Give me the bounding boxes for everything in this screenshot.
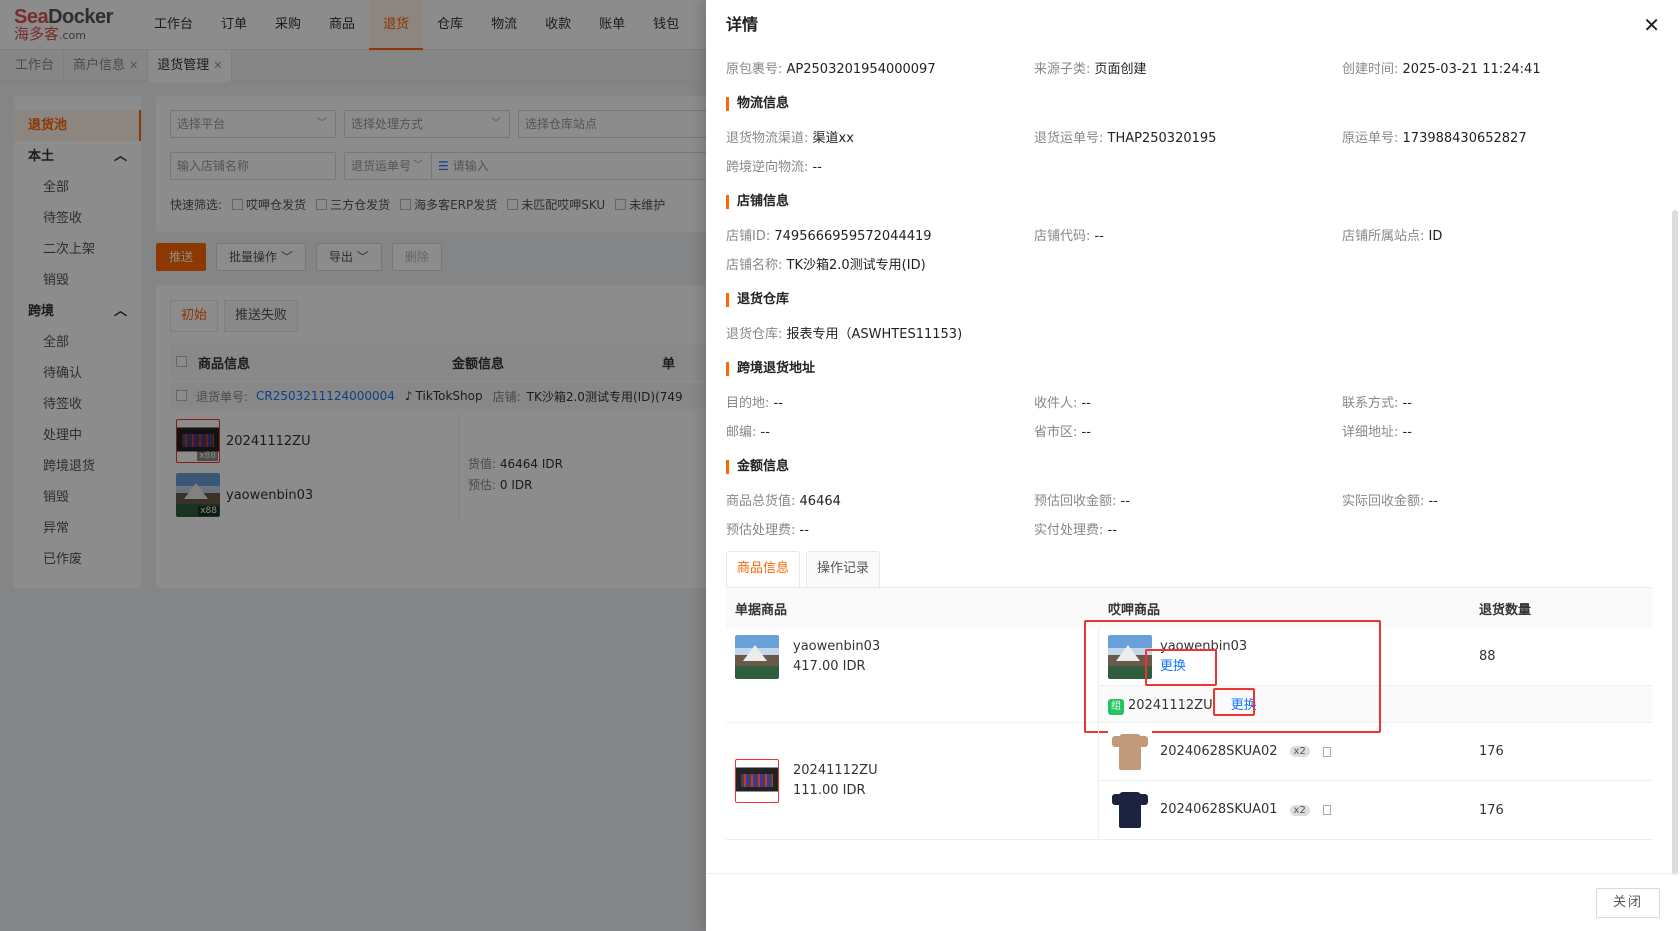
est-fee: -- xyxy=(799,523,809,538)
table-row: yaowenbin03 417.00 IDR yaowenbin03 更换 88… xyxy=(726,620,1652,733)
source-subtype: 页面创建 xyxy=(1094,62,1147,77)
table-row: 20241112ZU 111.00 IDR 20240628SKUA02 x2 … xyxy=(726,723,1652,840)
warehouse-row: 退货仓库: 报表专用（ASWHTES11153) xyxy=(726,327,963,342)
aiya-product-row: 20240628SKUA02 x2 176 xyxy=(1099,723,1652,781)
product-thumbnail[interactable] xyxy=(735,759,779,803)
section-store: 店铺信息 xyxy=(726,184,1652,220)
destination: -- xyxy=(773,396,783,411)
return-qty: 176 xyxy=(1479,744,1504,759)
recipient: -- xyxy=(1081,396,1091,411)
store-id: 7495666959572044419 xyxy=(774,229,932,244)
logistics-row-2: 跨境逆向物流: -- xyxy=(726,160,822,175)
section-amount: 金额信息 xyxy=(726,449,1652,485)
col-aiya-product: 哎呷商品 xyxy=(1108,602,1161,618)
amount-row: 商品总货值: 46464 预估回收金额: -- 实际回收金额: -- xyxy=(726,494,1438,509)
crossborder-reverse: -- xyxy=(812,160,822,175)
postcode: -- xyxy=(760,425,770,440)
col-return-qty: 退货数量 xyxy=(1479,602,1532,618)
copy-icon[interactable] xyxy=(1322,746,1331,757)
basic-info-row: 原包裹号: AP2503201954000097 来源子类: 页面创建 创建时间… xyxy=(726,62,1541,77)
section-crossborder-address: 跨境退货地址 xyxy=(726,351,1652,387)
drawer-footer: 关闭 xyxy=(706,873,1680,931)
copy-icon[interactable] xyxy=(1322,805,1331,815)
product-thumbnail[interactable] xyxy=(1108,788,1152,832)
aiya-product-group: 20240628SKUA02 x2 176 20240628SKUA01 x2 … xyxy=(1099,723,1652,839)
drawer-title: 详情 xyxy=(726,15,759,34)
paid-fee: -- xyxy=(1107,523,1117,538)
package-number: AP2503201954000097 xyxy=(786,62,936,77)
created-time: 2025-03-21 11:24:41 xyxy=(1402,62,1541,77)
close-button[interactable]: 关闭 xyxy=(1595,888,1660,918)
goods-table: 单据商品 哎呷商品 退货数量 yaowenbin03 417.00 IDR ya… xyxy=(726,588,1652,840)
drawer-body: 原包裹号: AP2503201954000097 来源子类: 页面创建 创建时间… xyxy=(726,50,1652,840)
store-row: 店铺ID: 7495666959572044419 店铺代码: -- 店铺所属站… xyxy=(726,229,1443,244)
tab-operation-log[interactable]: 操作记录 xyxy=(806,551,881,587)
doc-product-price: 111.00 IDR xyxy=(793,783,866,798)
highlight-box xyxy=(1145,649,1217,686)
amount-row-2: 预估处理费: -- 实付处理费: -- xyxy=(726,523,1117,538)
return-channel: 渠道xx xyxy=(812,131,854,146)
col-doc-product: 单据商品 xyxy=(735,602,788,618)
aiya-product-row: 20240628SKUA01 x2 176 xyxy=(1099,781,1652,839)
doc-product-cell: 20241112ZU 111.00 IDR xyxy=(726,723,1099,839)
multiplier-badge: x2 xyxy=(1289,746,1310,757)
modal-overlay[interactable] xyxy=(0,0,706,931)
original-waybill: 173988430652827 xyxy=(1402,131,1527,146)
product-thumbnail[interactable] xyxy=(1108,729,1152,774)
aiya-product-cell: 20240628SKUA02 x2 xyxy=(1099,729,1471,774)
highlight-box xyxy=(1213,688,1255,716)
aiya-product-name: 20240628SKUA01 xyxy=(1160,802,1278,817)
section-logistics: 物流信息 xyxy=(726,86,1652,122)
section-return-warehouse: 退货仓库 xyxy=(726,282,1652,318)
actual-recovery: -- xyxy=(1428,494,1438,509)
product-thumbnail[interactable] xyxy=(735,635,779,679)
detail-drawer: 详情 ✕ 原包裹号: AP2503201954000097 来源子类: 页面创建… xyxy=(706,0,1680,931)
detail-address: -- xyxy=(1402,425,1412,440)
multiplier-badge: x2 xyxy=(1289,804,1310,816)
doc-product-cell: yaowenbin03 417.00 IDR xyxy=(726,628,1099,722)
highlight-box xyxy=(1084,620,1381,733)
address-row: 目的地: -- 收件人: -- 联系方式: -- xyxy=(726,396,1412,411)
total-goods-value: 46464 xyxy=(799,494,841,509)
store-name: TK沙箱2.0测试专用(ID) xyxy=(786,258,926,273)
address-row-2: 邮编: -- 省市区: -- 详细地址: -- xyxy=(726,425,1412,440)
store-code: -- xyxy=(1094,229,1104,244)
doc-product-name: yaowenbin03 xyxy=(793,639,881,654)
inner-tabs: 商品信息 操作记录 xyxy=(726,551,1652,588)
contact: -- xyxy=(1402,396,1412,411)
est-recovery: -- xyxy=(1120,494,1130,509)
tab-product-info[interactable]: 商品信息 xyxy=(726,551,801,587)
store-site: ID xyxy=(1428,229,1443,244)
store-row-2: 店铺名称: TK沙箱2.0测试专用(ID) xyxy=(726,258,926,273)
return-warehouse: 报表专用（ASWHTES11153) xyxy=(786,327,963,342)
province-city: -- xyxy=(1081,425,1091,440)
logistics-row: 退货物流渠道: 渠道xx 退货运单号: THAP250320195 原运单号: … xyxy=(726,131,1527,146)
doc-product-name: 20241112ZU xyxy=(793,763,878,778)
doc-product-price: 417.00 IDR xyxy=(793,659,866,674)
return-qty: 176 xyxy=(1479,802,1504,818)
return-qty: 88 xyxy=(1479,649,1496,664)
aiya-product-cell: 20240628SKUA01 x2 xyxy=(1099,788,1471,832)
drawer-header: 详情 ✕ xyxy=(706,0,1680,50)
scrollbar[interactable] xyxy=(1672,210,1678,875)
aiya-product-name: 20240628SKUA02 xyxy=(1160,743,1278,759)
close-icon[interactable]: ✕ xyxy=(1643,0,1660,50)
return-waybill: THAP250320195 xyxy=(1107,131,1217,146)
